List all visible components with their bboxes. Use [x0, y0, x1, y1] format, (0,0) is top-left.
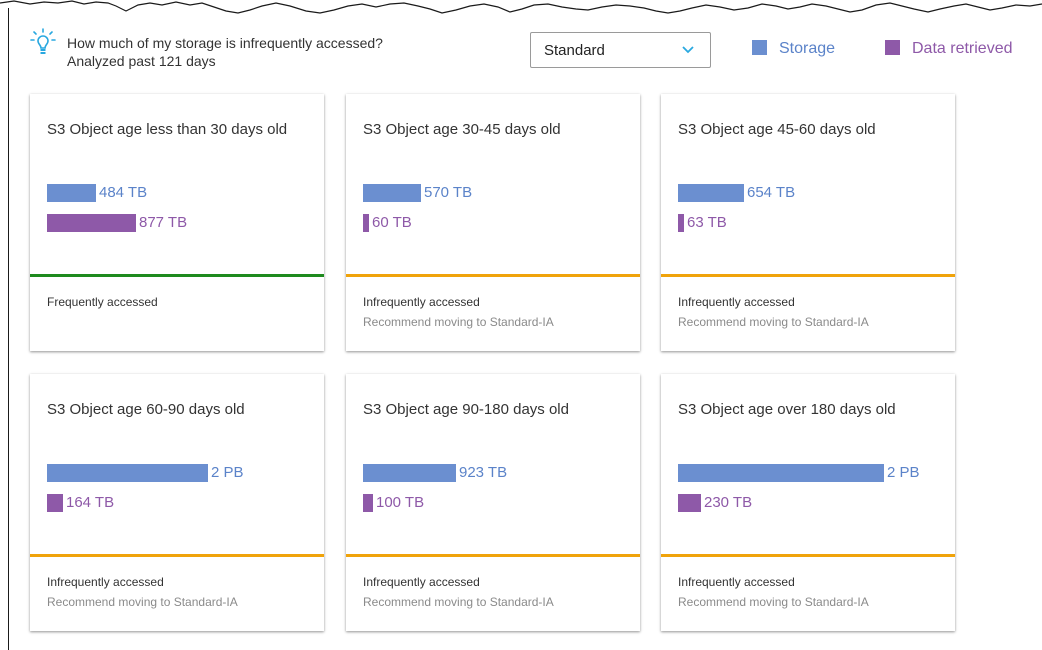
retrieved-bar — [678, 494, 701, 512]
access-status-line — [661, 274, 955, 277]
card-title: S3 Object age 45-60 days old — [678, 121, 876, 138]
storage-bar-row: 484 TB — [47, 184, 147, 202]
legend-storage-label: Storage — [779, 40, 836, 57]
storage-value: 2 PB — [211, 464, 244, 481]
retrieved-bar-row: 230 TB — [678, 494, 752, 512]
storage-bar-row: 570 TB — [363, 184, 472, 202]
retrieved-bar — [363, 214, 369, 232]
access-status-line — [30, 554, 324, 557]
access-status: Infrequently accessed — [678, 295, 795, 309]
storage-value: 923 TB — [459, 464, 508, 481]
retrieved-bar — [678, 214, 684, 232]
age-card[interactable]: S3 Object age less than 30 days old 484 … — [30, 94, 324, 351]
card-title: S3 Object age 90-180 days old — [363, 401, 569, 418]
retrieved-value: 63 TB — [687, 214, 727, 231]
analysis-header: How much of my storage is infrequently a… — [30, 28, 1042, 78]
card-title: S3 Object age over 180 days old — [678, 401, 896, 418]
retrieved-bar — [47, 494, 63, 512]
recommendation: Recommend moving to Standard-IA — [47, 595, 238, 609]
storage-value: 654 TB — [747, 184, 796, 201]
storage-bar — [678, 184, 744, 202]
access-status-line — [346, 274, 640, 277]
card-title: S3 Object age 60-90 days old — [47, 401, 245, 418]
chevron-down-icon — [682, 46, 694, 54]
legend-data-retrieved: Data retrieved — [885, 40, 1013, 58]
access-status: Infrequently accessed — [47, 575, 164, 589]
recommendation: Recommend moving to Standard-IA — [363, 595, 554, 609]
storage-class-select-value: Standard — [544, 42, 605, 59]
retrieved-value: 60 TB — [372, 214, 412, 231]
retrieved-bar-row: 100 TB — [363, 494, 424, 512]
retrieved-bar-row: 63 TB — [678, 214, 727, 232]
left-border-rule — [8, 8, 9, 650]
retrieved-value: 877 TB — [139, 214, 188, 231]
retrieved-bar — [47, 214, 136, 232]
storage-bar-row: 654 TB — [678, 184, 795, 202]
storage-bar — [47, 184, 96, 202]
retrieved-bar-row: 164 TB — [47, 494, 114, 512]
retrieved-bar — [363, 494, 373, 512]
torn-edge-decoration — [0, 0, 1042, 14]
storage-bar-row: 923 TB — [363, 464, 507, 482]
access-status: Infrequently accessed — [363, 575, 480, 589]
retrieved-value: 230 TB — [704, 494, 753, 511]
retrieved-value: 100 TB — [376, 494, 425, 511]
age-card[interactable]: S3 Object age 90-180 days old 923 TB 100… — [346, 374, 640, 631]
storage-value: 570 TB — [424, 184, 473, 201]
age-card[interactable]: S3 Object age over 180 days old 2 PB 230… — [661, 374, 955, 631]
access-status-line — [30, 274, 324, 277]
legend-storage-swatch — [752, 40, 767, 55]
card-title: S3 Object age less than 30 days old — [47, 121, 288, 138]
retrieved-bar-row: 877 TB — [47, 214, 187, 232]
age-card[interactable]: S3 Object age 45-60 days old 654 TB 63 T… — [661, 94, 955, 351]
access-status-line — [346, 554, 640, 557]
legend-data-retrieved-label: Data retrieved — [912, 40, 1013, 57]
legend-data-retrieved-swatch — [885, 40, 900, 55]
lightbulb-icon — [30, 28, 56, 54]
analysis-question: How much of my storage is infrequently a… — [67, 35, 383, 51]
storage-class-select[interactable]: Standard — [530, 32, 711, 68]
storage-bar — [363, 184, 421, 202]
recommendation: Recommend moving to Standard-IA — [363, 315, 554, 329]
storage-bar — [47, 464, 208, 482]
access-status-line — [661, 554, 955, 557]
access-status: Frequently accessed — [47, 295, 158, 309]
access-status: Infrequently accessed — [678, 575, 795, 589]
access-status: Infrequently accessed — [363, 295, 480, 309]
recommendation: Recommend moving to Standard-IA — [678, 595, 869, 609]
analysis-period: Analyzed past 121 days — [67, 53, 216, 69]
storage-value: 484 TB — [99, 184, 148, 201]
retrieved-bar-row: 60 TB — [363, 214, 412, 232]
storage-value: 2 PB — [887, 464, 920, 481]
age-card[interactable]: S3 Object age 30-45 days old 570 TB 60 T… — [346, 94, 640, 351]
age-card[interactable]: S3 Object age 60-90 days old 2 PB 164 TB… — [30, 374, 324, 631]
storage-bar-row: 2 PB — [678, 464, 920, 482]
retrieved-value: 164 TB — [66, 494, 115, 511]
card-title: S3 Object age 30-45 days old — [363, 121, 561, 138]
storage-bar-row: 2 PB — [47, 464, 244, 482]
recommendation: Recommend moving to Standard-IA — [678, 315, 869, 329]
storage-bar — [363, 464, 456, 482]
storage-bar — [678, 464, 884, 482]
legend-storage: Storage — [752, 40, 835, 58]
